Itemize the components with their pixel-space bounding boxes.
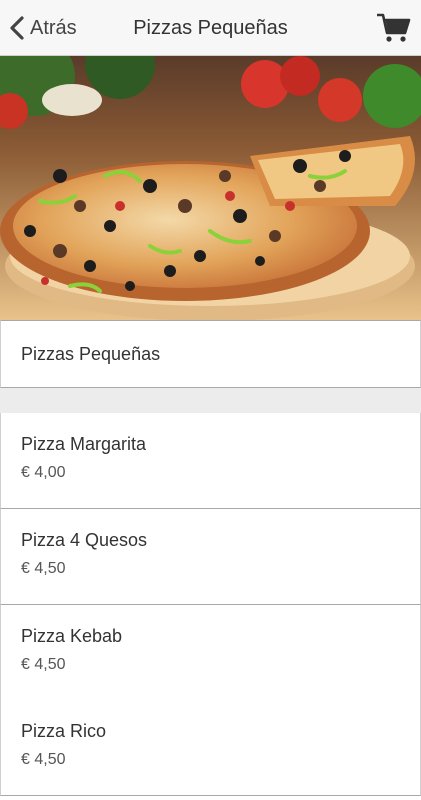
navigation-bar: Atrás Pizzas Pequeñas <box>0 0 421 56</box>
section-header: Pizzas Pequeñas <box>0 320 421 388</box>
item-price: € 4,50 <box>21 656 66 673</box>
item-price: € 4,50 <box>21 560 66 577</box>
back-label: Atrás <box>30 16 77 39</box>
pizza-photo <box>0 56 421 320</box>
item-name: Pizza Rico <box>21 721 107 741</box>
item-name: Pizza 4 Quesos <box>21 530 148 550</box>
item-name: Pizza Margarita <box>21 434 147 454</box>
section-divider <box>0 388 421 413</box>
item-price: € 4,50 <box>21 751 66 768</box>
item-price: € 4,00 <box>21 464 66 481</box>
cart-icon <box>377 13 411 42</box>
list-item[interactable]: Pizza 4 Quesos € 4,50 <box>0 509 421 605</box>
back-button[interactable]: Atrás <box>8 10 77 46</box>
list-item[interactable]: Pizza Kebab € 4,50 <box>0 605 421 701</box>
item-name: Pizza Kebab <box>21 626 123 646</box>
list-item[interactable]: Pizza Rico € 4,50 <box>0 700 421 796</box>
chevron-left-icon <box>10 16 24 40</box>
list-item[interactable]: Pizza Margarita € 4,00 <box>0 413 421 509</box>
cart-button[interactable] <box>375 9 411 45</box>
section-title: Pizzas Pequeñas <box>21 344 161 364</box>
